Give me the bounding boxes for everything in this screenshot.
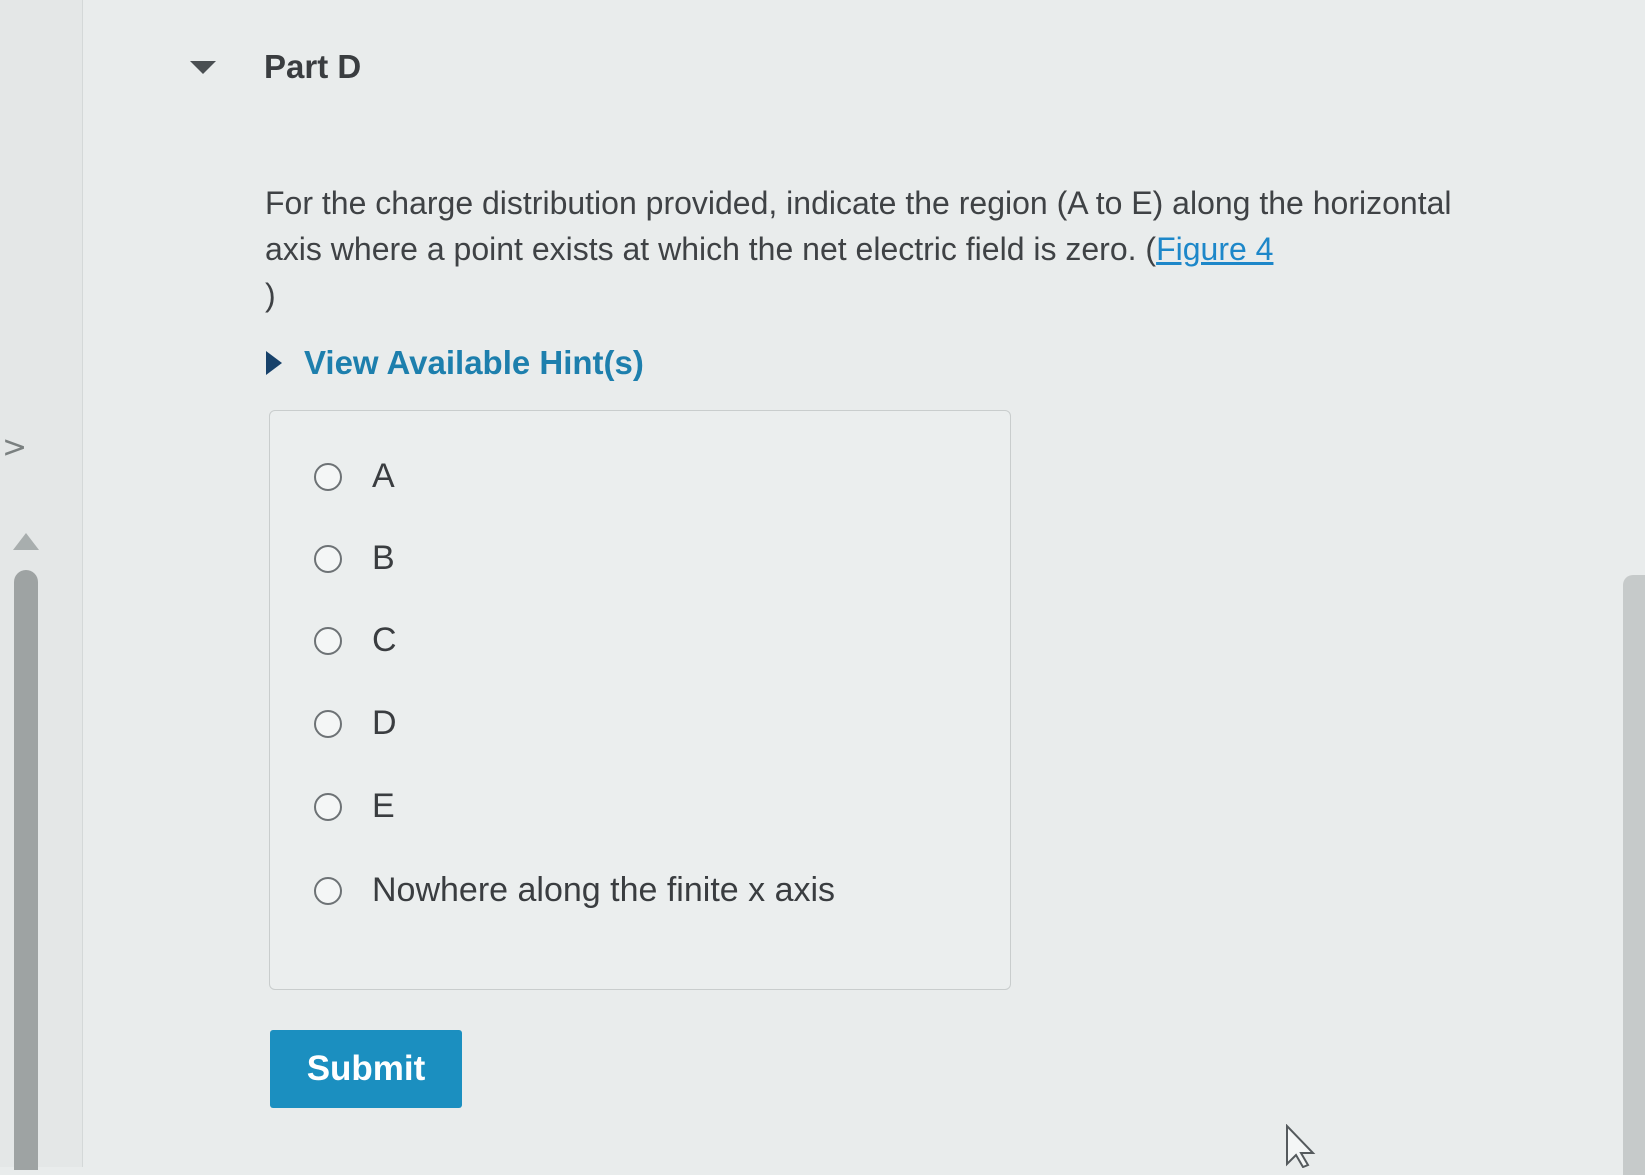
choice-d[interactable]: D	[314, 704, 397, 743]
view-hints-toggle[interactable]: View Available Hint(s)	[266, 344, 644, 382]
right-scrollbar[interactable]	[1623, 575, 1645, 1175]
answer-choices: A B C D E Nowhere along the finite x axi…	[269, 410, 1011, 990]
choice-label: A	[372, 457, 395, 495]
collapse-triangle-icon[interactable]	[190, 60, 216, 74]
radio-button[interactable]	[314, 626, 342, 655]
view-hints-label[interactable]: View Available Hint(s)	[304, 344, 644, 382]
chevron-right-icon[interactable]: >	[2, 430, 27, 465]
radio-button[interactable]	[314, 709, 342, 738]
choice-label: D	[372, 704, 397, 742]
choice-b[interactable]: B	[314, 539, 395, 578]
choice-label: Nowhere along the finite x axis	[372, 871, 836, 909]
choice-label: B	[372, 539, 395, 577]
submit-button[interactable]: Submit	[270, 1030, 462, 1108]
scroll-up-icon[interactable]	[13, 533, 39, 550]
left-sidebar-gutter: >	[0, 0, 83, 1170]
question-closing: )	[265, 277, 276, 313]
choice-e[interactable]: E	[314, 787, 395, 826]
radio-button[interactable]	[314, 876, 342, 905]
figure-link[interactable]: Figure 4	[1156, 231, 1273, 267]
choice-label: E	[372, 787, 395, 825]
choice-a[interactable]: A	[314, 457, 395, 496]
question-text: For the charge distribution provided, in…	[265, 180, 1515, 318]
choice-label: C	[372, 621, 397, 659]
mouse-pointer-icon	[1286, 1124, 1316, 1168]
radio-button[interactable]	[314, 792, 342, 821]
question-body: For the charge distribution provided, in…	[265, 185, 1452, 267]
choice-c[interactable]: C	[314, 621, 397, 660]
choice-nowhere[interactable]: Nowhere along the finite x axis	[314, 871, 835, 910]
part-title: Part D	[264, 48, 362, 85]
expand-triangle-icon	[266, 351, 282, 375]
left-scrollbar[interactable]	[14, 570, 38, 1170]
part-header[interactable]: Part D	[190, 48, 361, 86]
radio-button[interactable]	[314, 544, 342, 573]
radio-button[interactable]	[314, 462, 342, 491]
